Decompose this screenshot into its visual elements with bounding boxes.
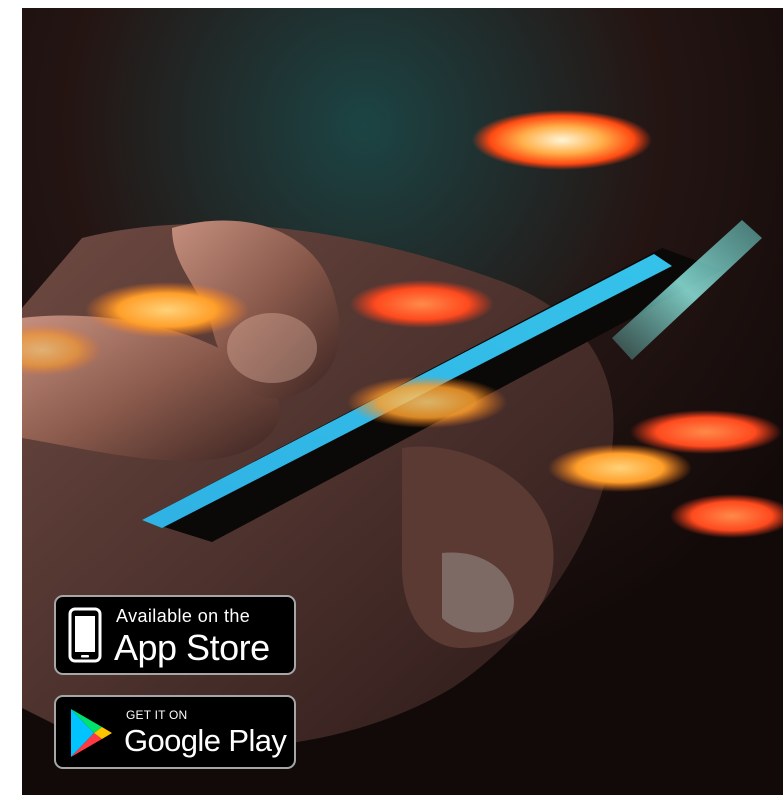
app-store-small-text: Available on the <box>116 606 251 626</box>
google-play-small-text: GET IT ON <box>126 708 188 722</box>
app-store-large-text: App Store <box>114 627 270 668</box>
app-store-badge[interactable]: Available on the App Store <box>54 595 296 675</box>
hero-photo-illustration <box>22 8 783 795</box>
google-play-large-text: Google Play <box>124 723 287 758</box>
phone-icon <box>68 607 102 663</box>
google-play-badge[interactable]: GET IT ON Google Play <box>54 695 296 769</box>
promo-image: Available on the App Store GET IT ON Goo… <box>22 8 783 795</box>
play-triangle-icon <box>71 709 112 757</box>
